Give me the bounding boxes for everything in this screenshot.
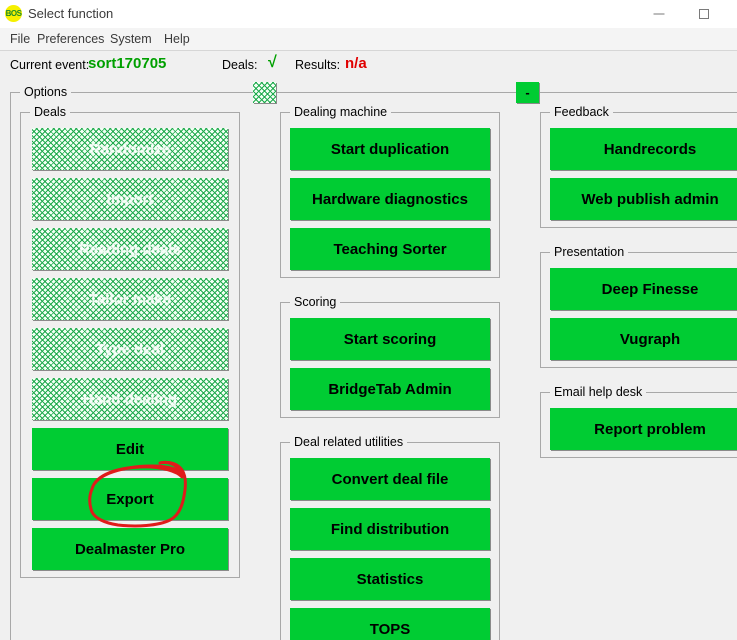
menu-bar: File Preferences System Help [0,28,737,51]
handrecords-button[interactable]: Handrecords [550,128,737,170]
dealmaster-pro-button[interactable]: Dealmaster Pro [32,528,228,570]
results-status-value: n/a [345,55,367,72]
vugraph-button[interactable]: Vugraph [550,318,737,360]
deep-finesse-button[interactable]: Deep Finesse [550,268,737,310]
menu-help[interactable]: Help [160,31,194,47]
start-scoring-button[interactable]: Start scoring [290,318,490,360]
statistics-button[interactable]: Statistics [290,558,490,600]
current-event-value: sort170705 [88,55,167,72]
collapse-left-button[interactable] [253,82,276,103]
randomize-button[interactable]: Randomize [32,128,228,170]
convert-deal-file-button[interactable]: Convert deal file [290,458,490,500]
start-duplication-button[interactable]: Start duplication [290,128,490,170]
maximize-button[interactable] [681,0,726,28]
import-button[interactable]: Import [32,178,228,220]
minimize-button[interactable] [636,0,681,28]
email-help-desk-group-legend: Email help desk [550,385,647,400]
edit-button[interactable]: Edit [32,428,228,470]
type-deal-button[interactable]: Type deal [32,328,228,370]
deals-status-check: √ [268,54,277,71]
report-problem-button[interactable]: Report problem [550,408,737,450]
deals-label: Deals: [222,58,258,72]
collapse-right-button[interactable]: - [516,82,539,103]
find-distribution-button[interactable]: Find distribution [290,508,490,550]
maximize-icon [698,9,709,19]
presentation-group-legend: Presentation [550,245,629,260]
menu-preferences[interactable]: Preferences [33,31,108,47]
reading-deals-button[interactable]: Reading deals [32,228,228,270]
menu-system[interactable]: System [106,31,156,47]
tailor-make-button[interactable]: Tailor make [32,278,228,320]
deal-related-utilities-group-legend: Deal related utilities [290,435,408,450]
window-title: Select function [28,6,114,21]
feedback-group-legend: Feedback [550,105,613,120]
select-function-window: BOS Select function File Preferences Sys… [0,0,737,640]
current-event-label: Current event: [10,58,90,72]
results-label: Results: [295,58,341,72]
scoring-group-legend: Scoring [290,295,341,310]
status-strip: Current event: sort170705 Deals: √ Resul… [0,51,737,79]
deals-group-legend: Deals [30,105,70,120]
title-bar: BOS Select function [0,0,737,28]
minimize-icon [653,13,664,15]
tops-button[interactable]: TOPS [290,608,490,640]
bos-app-icon: BOS [5,5,22,22]
menu-file[interactable]: File [6,31,34,47]
export-button[interactable]: Export [32,478,228,520]
options-group-legend: Options [20,85,72,100]
dealing-machine-group-legend: Dealing machine [290,105,392,120]
hand-dealing-button[interactable]: Hand dealing [32,378,228,420]
hardware-diagnostics-button[interactable]: Hardware diagnostics [290,178,490,220]
web-publish-admin-button[interactable]: Web publish admin [550,178,737,220]
bridgetab-admin-button[interactable]: BridgeTab Admin [290,368,490,410]
teaching-sorter-button[interactable]: Teaching Sorter [290,228,490,270]
